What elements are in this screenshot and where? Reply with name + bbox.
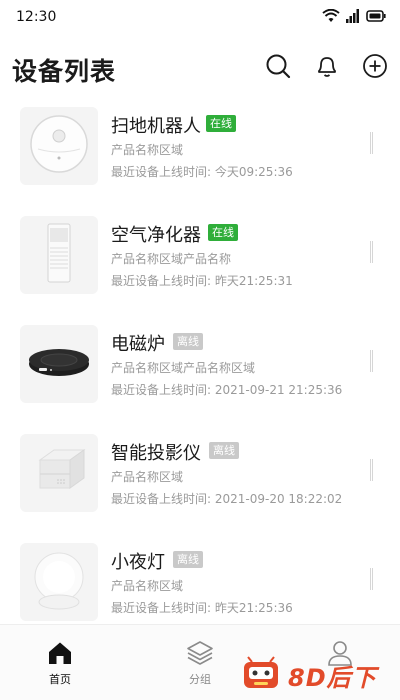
device-list: 扫地机器人 在线 产品名称区域 最近设备上线时间: 今天09:25:36 空气净…	[0, 100, 400, 624]
add-device-button[interactable]	[361, 54, 389, 82]
last-online-time: 最近设备上线时间: 昨天21:25:31	[111, 274, 293, 288]
status-badge: 离线	[173, 333, 203, 350]
header: 设备列表	[0, 46, 400, 90]
signal-icon	[346, 9, 360, 23]
drag-handle[interactable]	[370, 241, 373, 263]
induction-cooker-icon	[26, 342, 92, 386]
status-badge: 离线	[209, 442, 239, 459]
status-icons	[322, 9, 386, 23]
watermark-logo-icon	[242, 656, 282, 692]
page-title: 设备列表	[12, 57, 117, 86]
device-card[interactable]: 小夜灯 离线 产品名称区域 最近设备上线时间: 昨天21:25:36	[0, 536, 400, 624]
status-bar: 12:30	[0, 0, 400, 34]
drag-handle[interactable]	[370, 568, 373, 590]
tab-group-label: 分组	[189, 673, 211, 686]
watermark-text: 8D后下载	[288, 664, 377, 700]
device-description: 产品名称区域	[111, 143, 184, 157]
device-thumbnail	[20, 325, 98, 403]
bell-icon	[314, 53, 340, 83]
home-icon	[46, 639, 74, 667]
device-description: 产品名称区域产品名称	[111, 252, 232, 266]
tab-home[interactable]: 首页	[25, 639, 95, 689]
device-card[interactable]: 电磁炉 离线 产品名称区域产品名称区域 最近设备上线时间: 2021-09-21…	[0, 318, 400, 414]
wifi-icon	[322, 9, 340, 23]
device-thumbnail	[20, 107, 98, 185]
device-description: 产品名称区域	[111, 470, 184, 484]
device-thumbnail	[20, 543, 98, 621]
device-name: 扫地机器人	[111, 116, 201, 137]
robot-vacuum-icon	[28, 113, 90, 179]
drag-handle[interactable]	[370, 132, 373, 154]
night-light-icon	[26, 547, 92, 617]
device-description: 产品名称区域产品名称区域	[111, 361, 256, 375]
device-name: 空气净化器	[111, 225, 201, 246]
status-badge: 离线	[173, 551, 203, 568]
device-card[interactable]: 智能投影仪 离线 产品名称区域 最近设备上线时间: 2021-09-20 18:…	[0, 427, 400, 523]
drag-handle[interactable]	[370, 459, 373, 481]
last-online-time: 最近设备上线时间: 2021-09-21 21:25:36	[111, 383, 343, 397]
status-time: 12:30	[16, 9, 57, 25]
device-card[interactable]: 扫地机器人 在线 产品名称区域 最近设备上线时间: 今天09:25:36	[0, 100, 400, 196]
air-purifier-icon	[28, 220, 90, 290]
last-online-time: 最近设备上线时间: 2021-09-20 18:22:02	[111, 492, 343, 506]
device-thumbnail	[20, 434, 98, 512]
tab-home-label: 首页	[49, 673, 71, 686]
status-badge: 在线	[208, 224, 238, 241]
search-icon	[265, 53, 291, 83]
battery-icon	[366, 10, 386, 22]
notification-button[interactable]	[313, 54, 341, 82]
device-thumbnail	[20, 216, 98, 294]
status-badge: 在线	[206, 115, 236, 132]
device-name: 小夜灯	[111, 552, 165, 573]
drag-handle[interactable]	[370, 350, 373, 372]
device-name: 智能投影仪	[111, 443, 201, 464]
watermark: 8D后下载	[240, 652, 400, 700]
tab-group[interactable]: 分组	[165, 639, 235, 689]
last-online-time: 最近设备上线时间: 今天09:25:36	[111, 165, 293, 179]
layers-icon	[186, 639, 214, 667]
device-card[interactable]: 空气净化器 在线 产品名称区域产品名称 最近设备上线时间: 昨天21:25:31	[0, 209, 400, 305]
device-description: 产品名称区域	[111, 579, 184, 593]
search-button[interactable]	[264, 54, 292, 82]
projector-icon	[28, 446, 90, 500]
device-name: 电磁炉	[111, 334, 165, 355]
add-icon	[362, 53, 388, 83]
last-online-time: 最近设备上线时间: 昨天21:25:36	[111, 601, 293, 615]
